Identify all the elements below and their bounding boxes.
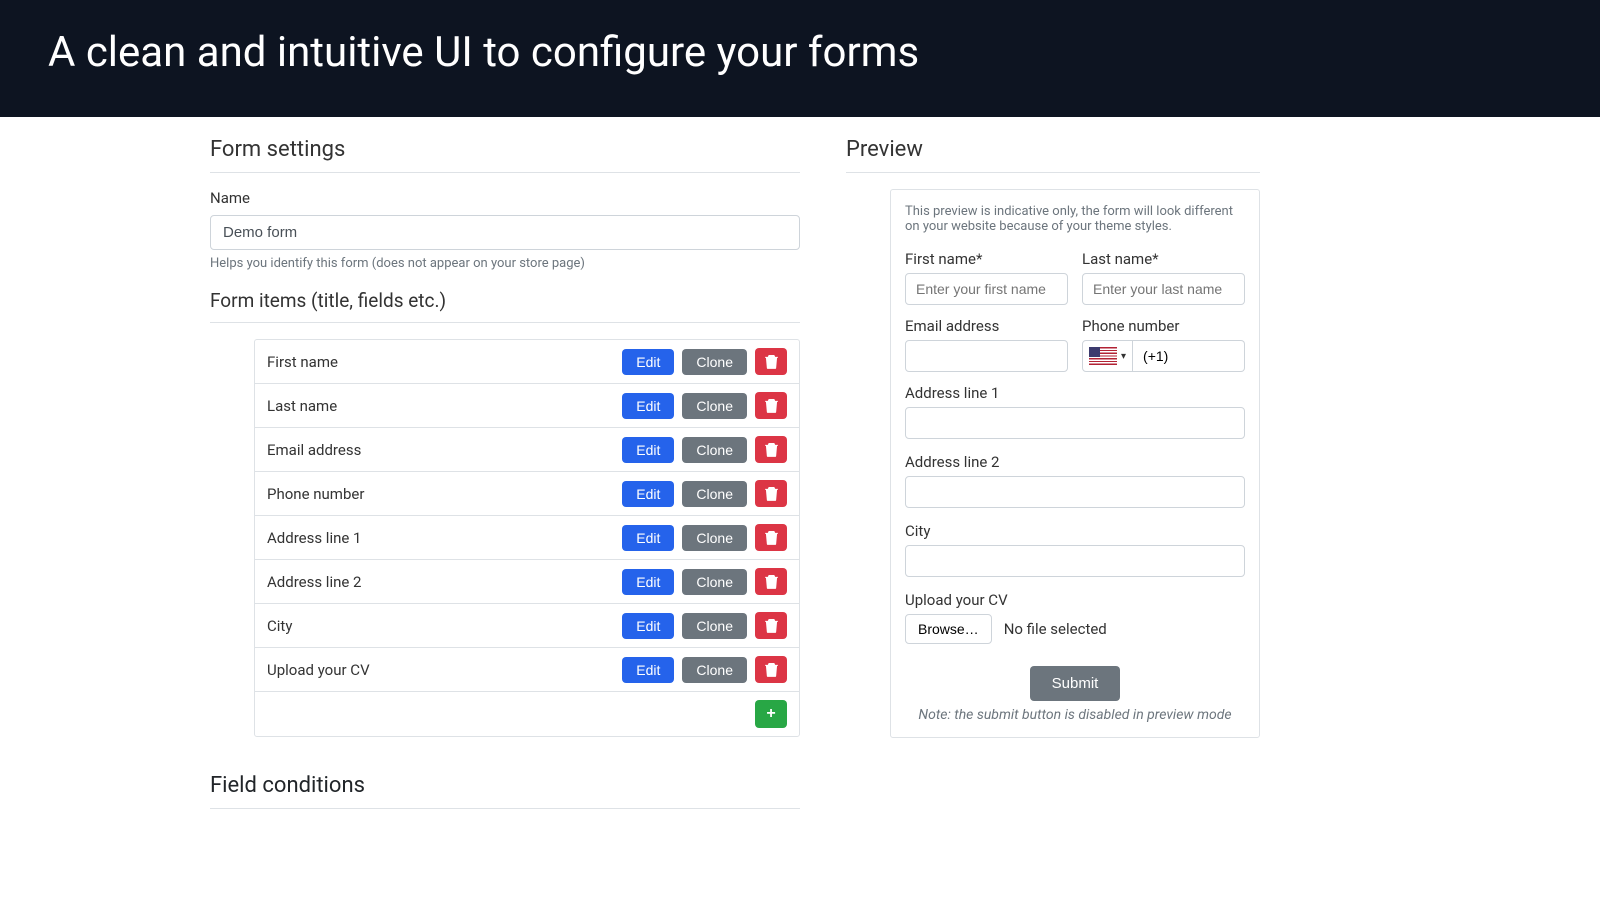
email-input[interactable] xyxy=(905,340,1068,372)
phone-input[interactable] xyxy=(1133,340,1245,372)
field-conditions-title: Field conditions xyxy=(210,773,800,798)
item-label: Email address xyxy=(267,441,614,459)
item-row: Phone number Edit Clone xyxy=(255,472,799,516)
item-label: City xyxy=(267,617,614,635)
address2-label: Address line 2 xyxy=(905,453,1245,471)
delete-button[interactable] xyxy=(755,568,787,595)
trash-icon xyxy=(765,398,778,413)
delete-button[interactable] xyxy=(755,392,787,419)
item-row: Email address Edit Clone xyxy=(255,428,799,472)
trash-icon xyxy=(765,354,778,369)
clone-button[interactable]: Clone xyxy=(682,569,747,595)
phone-label: Phone number xyxy=(1082,317,1245,335)
submit-note: Note: the submit button is disabled in p… xyxy=(905,707,1245,723)
divider xyxy=(210,322,800,323)
clone-button[interactable]: Clone xyxy=(682,393,747,419)
delete-button[interactable] xyxy=(755,348,787,375)
item-label: Last name xyxy=(267,397,614,415)
item-label: Address line 2 xyxy=(267,573,614,591)
add-item-button[interactable]: + xyxy=(755,700,787,728)
item-row: Last name Edit Clone xyxy=(255,384,799,428)
items-table: First nameEditCloneLast nameEditCloneEma… xyxy=(254,339,800,737)
city-input[interactable] xyxy=(905,545,1245,577)
form-settings-title: Form settings xyxy=(210,137,800,162)
edit-button[interactable]: Edit xyxy=(622,569,674,595)
clone-button[interactable]: Clone xyxy=(682,613,747,639)
us-flag-icon xyxy=(1089,347,1117,365)
upload-label: Upload your CV xyxy=(905,591,1245,609)
preview-title: Preview xyxy=(846,137,1260,162)
item-label: Phone number xyxy=(267,485,614,503)
item-row: City Edit Clone xyxy=(255,604,799,648)
browse-button[interactable]: Browse… xyxy=(905,614,992,644)
item-row: Address line 1 Edit Clone xyxy=(255,516,799,560)
address2-input[interactable] xyxy=(905,476,1245,508)
name-input[interactable] xyxy=(210,215,800,250)
name-help-text: Helps you identify this form (does not a… xyxy=(210,256,800,271)
item-label: Upload your CV xyxy=(267,661,614,679)
delete-button[interactable] xyxy=(755,656,787,683)
first-name-label: First name* xyxy=(905,250,1068,268)
page-title: A clean and intuitive UI to configure yo… xyxy=(48,28,1552,77)
name-label: Name xyxy=(210,189,800,207)
delete-button[interactable] xyxy=(755,612,787,639)
edit-button[interactable]: Edit xyxy=(622,437,674,463)
chevron-down-icon: ▾ xyxy=(1121,351,1126,362)
item-label: First name xyxy=(267,353,614,371)
divider xyxy=(210,172,800,173)
trash-icon xyxy=(765,442,778,457)
delete-button[interactable] xyxy=(755,524,787,551)
trash-icon xyxy=(765,618,778,633)
divider xyxy=(846,172,1260,173)
page-header: A clean and intuitive UI to configure yo… xyxy=(0,0,1600,117)
item-row: First name Edit Clone xyxy=(255,340,799,384)
item-row: Address line 2 Edit Clone xyxy=(255,560,799,604)
email-label: Email address xyxy=(905,317,1068,335)
edit-button[interactable]: Edit xyxy=(622,349,674,375)
edit-button[interactable]: Edit xyxy=(622,613,674,639)
trash-icon xyxy=(765,530,778,545)
edit-button[interactable]: Edit xyxy=(622,525,674,551)
phone-country-select[interactable]: ▾ xyxy=(1082,340,1133,372)
item-row: Upload your CV Edit Clone xyxy=(255,648,799,692)
address1-input[interactable] xyxy=(905,407,1245,439)
clone-button[interactable]: Clone xyxy=(682,481,747,507)
edit-button[interactable]: Edit xyxy=(622,481,674,507)
clone-button[interactable]: Clone xyxy=(682,349,747,375)
form-items-title: Form items (title, fields etc.) xyxy=(210,289,800,312)
divider xyxy=(210,808,800,809)
last-name-label: Last name* xyxy=(1082,250,1245,268)
delete-button[interactable] xyxy=(755,436,787,463)
clone-button[interactable]: Clone xyxy=(682,657,747,683)
edit-button[interactable]: Edit xyxy=(622,657,674,683)
trash-icon xyxy=(765,662,778,677)
preview-note: This preview is indicative only, the for… xyxy=(905,204,1245,240)
submit-button[interactable]: Submit xyxy=(1030,666,1121,701)
city-label: City xyxy=(905,522,1245,540)
address1-label: Address line 1 xyxy=(905,384,1245,402)
item-label: Address line 1 xyxy=(267,529,614,547)
edit-button[interactable]: Edit xyxy=(622,393,674,419)
clone-button[interactable]: Clone xyxy=(682,525,747,551)
add-row: + xyxy=(255,692,799,736)
preview-panel: This preview is indicative only, the for… xyxy=(890,189,1260,738)
trash-icon xyxy=(765,574,778,589)
last-name-input[interactable] xyxy=(1082,273,1245,305)
delete-button[interactable] xyxy=(755,480,787,507)
no-file-text: No file selected xyxy=(1004,620,1107,638)
trash-icon xyxy=(765,486,778,501)
plus-icon: + xyxy=(766,706,775,722)
clone-button[interactable]: Clone xyxy=(682,437,747,463)
first-name-input[interactable] xyxy=(905,273,1068,305)
